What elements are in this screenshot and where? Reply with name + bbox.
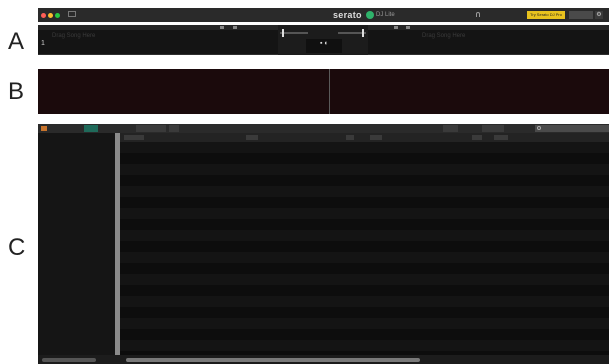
close-window-button[interactable]	[41, 12, 46, 18]
column-header-comment[interactable]	[494, 134, 508, 140]
right-deck-drop-zone[interactable]: Drag Song Here	[422, 33, 465, 39]
column-header-bpm[interactable]	[346, 134, 354, 140]
mixer-control-icons[interactable]: ▪ ◐	[320, 40, 329, 47]
track-table-header	[120, 133, 609, 142]
upgrade-button[interactable]: Try Serato DJ Pro	[527, 11, 565, 19]
column-header-song[interactable]	[124, 134, 144, 140]
waveform-overview[interactable]	[38, 69, 609, 114]
view-dropdown[interactable]	[569, 11, 593, 19]
table-row[interactable]	[120, 263, 609, 274]
table-row[interactable]	[120, 175, 609, 186]
column-toggle[interactable]	[482, 125, 504, 132]
headphones-icon[interactable]	[476, 12, 480, 17]
table-row[interactable]	[120, 164, 609, 175]
autoplay-toggle[interactable]	[443, 125, 458, 132]
minimize-window-button[interactable]	[48, 12, 53, 18]
waveform-center-line	[329, 69, 330, 114]
table-row[interactable]	[120, 296, 609, 307]
table-row[interactable]	[120, 186, 609, 197]
table-row[interactable]	[120, 230, 609, 241]
left-pitch-handle[interactable]	[282, 29, 284, 37]
table-row[interactable]	[120, 197, 609, 208]
table-row[interactable]	[120, 307, 609, 318]
zoom-window-button[interactable]	[55, 12, 60, 18]
track-table-horizontal-scrollbar[interactable]	[126, 357, 420, 362]
library-view-tab[interactable]	[84, 125, 98, 132]
app-edition: DJ Lite	[376, 11, 395, 18]
search-input[interactable]	[535, 125, 609, 132]
app-brand: serato	[333, 10, 362, 20]
brand-logo-icon	[366, 11, 374, 19]
crate-sidebar[interactable]	[38, 133, 117, 355]
right-pitch-handle[interactable]	[362, 29, 364, 37]
table-row[interactable]	[120, 208, 609, 219]
crate-horizontal-scrollbar[interactable]	[42, 357, 96, 362]
table-row[interactable]	[120, 329, 609, 340]
left-deck-number: 1	[41, 40, 45, 47]
search-icon	[537, 126, 541, 130]
section-label-a: A	[8, 28, 25, 55]
table-row[interactable]	[120, 241, 609, 252]
left-deck-toolbar	[38, 25, 278, 30]
right-deck-cue-icon[interactable]	[406, 26, 410, 29]
settings-gear-icon[interactable]: ⚙	[595, 11, 603, 19]
left-pitch-slider[interactable]	[280, 32, 308, 34]
table-row[interactable]	[120, 219, 609, 230]
files-button[interactable]	[136, 125, 166, 132]
column-header-artist[interactable]	[246, 134, 258, 140]
left-deck-play-icon[interactable]	[220, 26, 224, 29]
left-deck-drop-zone[interactable]: Drag Song Here	[52, 33, 95, 39]
table-row[interactable]	[120, 274, 609, 285]
table-row[interactable]	[120, 285, 609, 296]
browse-button[interactable]	[169, 125, 179, 132]
table-row[interactable]	[120, 318, 609, 329]
left-deck-cue-icon[interactable]	[233, 26, 237, 29]
table-row[interactable]	[120, 153, 609, 164]
table-row[interactable]	[120, 340, 609, 351]
right-deck-play-icon[interactable]	[394, 26, 398, 29]
library-toolbar	[38, 124, 609, 133]
table-row[interactable]	[120, 252, 609, 263]
right-deck-toolbar	[368, 25, 609, 30]
track-table	[120, 133, 609, 362]
screen-icon[interactable]	[68, 11, 76, 17]
column-header-album[interactable]	[370, 134, 382, 140]
app-logo-icon	[41, 126, 47, 131]
table-row[interactable]	[120, 142, 609, 153]
section-label-c: C	[8, 234, 26, 261]
column-header-length[interactable]	[472, 134, 482, 140]
section-label-b: B	[8, 78, 25, 105]
deck-section: 1 Drag Song Here Drag Song Here ▪ ◐	[38, 25, 609, 55]
title-bar: serato DJ Lite Try Serato DJ Pro ⚙	[38, 8, 609, 22]
